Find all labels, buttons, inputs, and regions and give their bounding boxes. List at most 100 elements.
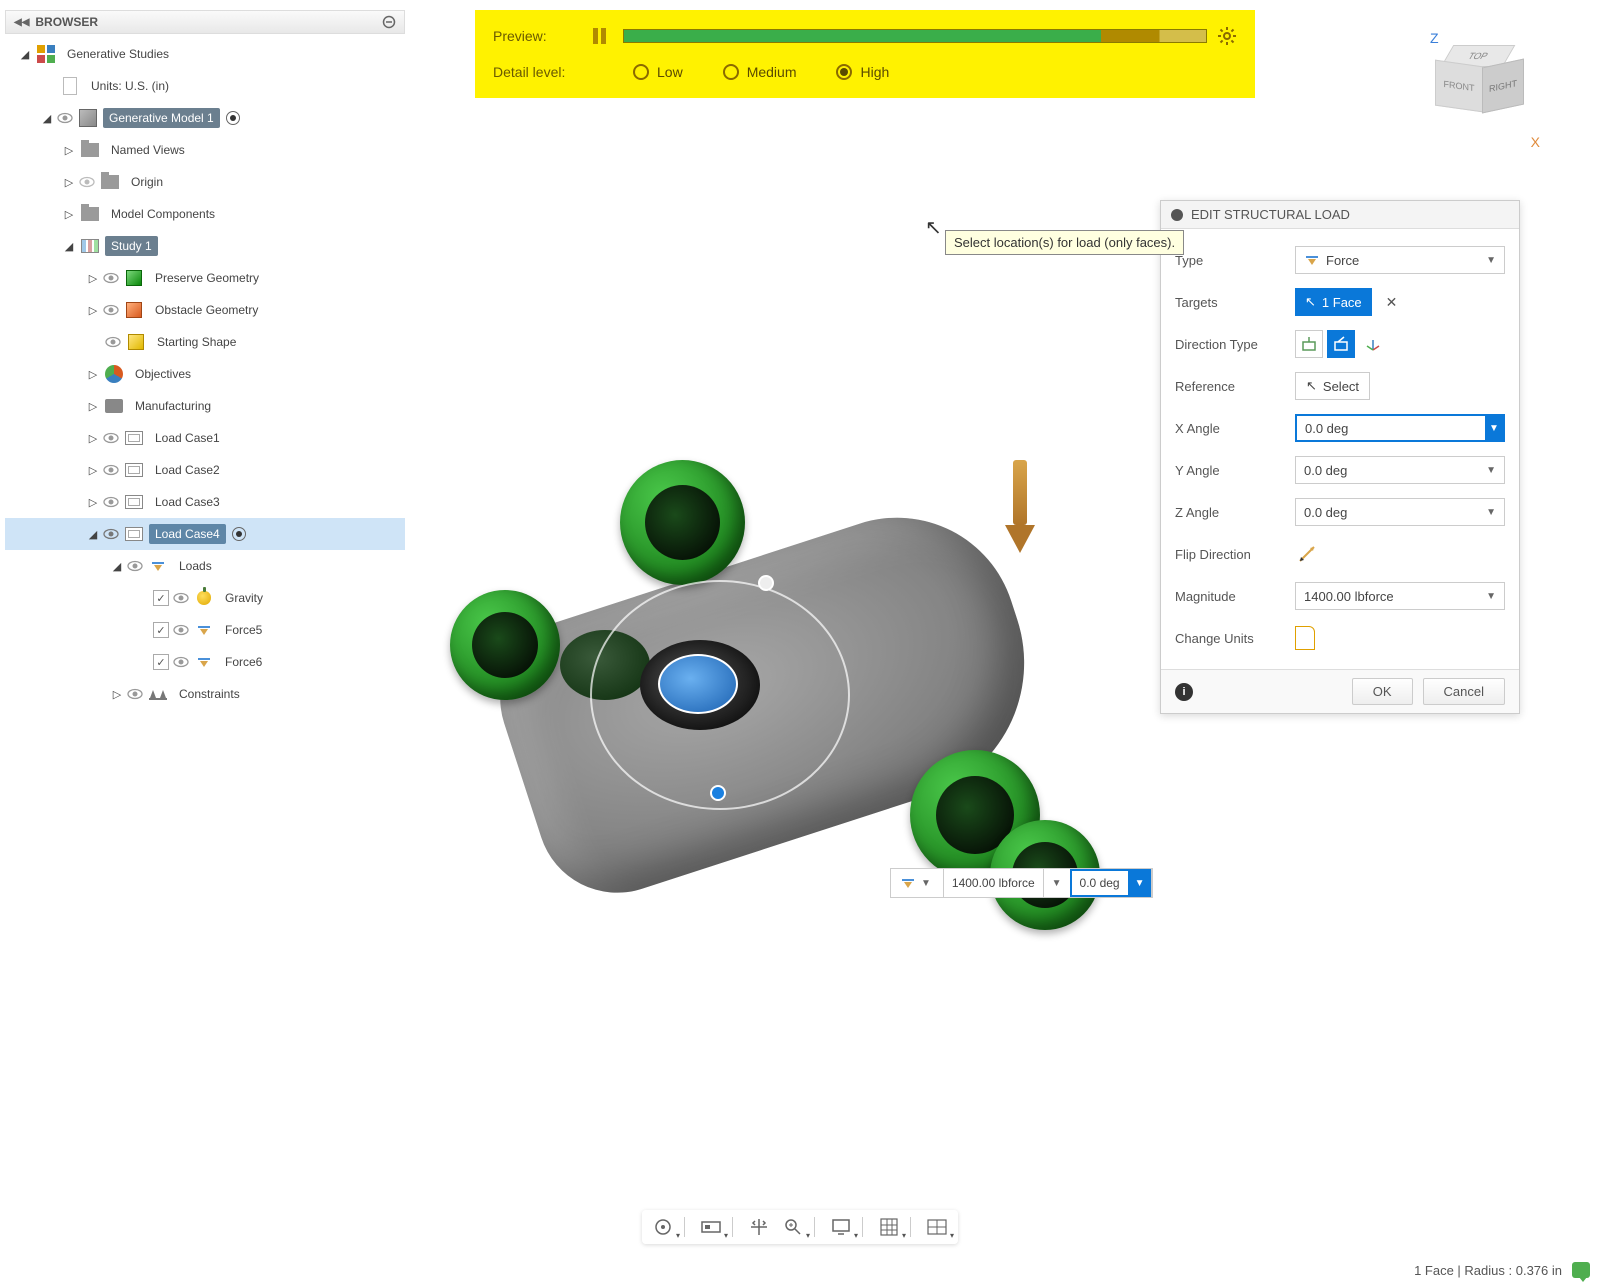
model-boss[interactable]	[620, 460, 745, 585]
tree-force6[interactable]: ✓ Force6	[5, 646, 405, 678]
browser-header[interactable]: ◀◀ BROWSER	[5, 10, 405, 34]
preview-slider[interactable]	[623, 29, 1207, 43]
pan-button[interactable]	[744, 1214, 774, 1240]
visibility-icon[interactable]	[127, 558, 147, 574]
manipulator-handle[interactable]	[758, 575, 774, 591]
tree-origin[interactable]: ▷ Origin	[5, 166, 405, 198]
visibility-icon[interactable]	[103, 430, 123, 446]
expand-icon[interactable]: ▷	[83, 272, 103, 285]
viewcube-right[interactable]: RIGHT	[1482, 59, 1524, 114]
expand-icon[interactable]: ◢	[15, 48, 35, 61]
visibility-icon[interactable]	[173, 590, 193, 606]
tree-root[interactable]: ◢ Generative Studies	[5, 38, 405, 70]
radio-low[interactable]: Low	[633, 64, 683, 80]
chat-icon[interactable]	[1572, 1262, 1590, 1278]
info-icon[interactable]: i	[1175, 683, 1193, 701]
tree-manufacturing[interactable]: ▷ Manufacturing	[5, 390, 405, 422]
viewcube-front[interactable]: FRONT	[1435, 60, 1483, 113]
model-selected-face[interactable]	[640, 640, 760, 730]
tree-model[interactable]: ◢ Generative Model 1	[5, 102, 405, 134]
viewports-button[interactable]: ▾	[922, 1214, 952, 1240]
grid-button[interactable]: ▾	[874, 1214, 904, 1240]
ok-button[interactable]: OK	[1352, 678, 1413, 705]
change-units-button[interactable]	[1295, 626, 1315, 650]
checkbox[interactable]: ✓	[153, 622, 169, 638]
model-boss[interactable]	[450, 590, 560, 700]
orbit-button[interactable]: ▾	[648, 1214, 678, 1240]
cancel-button[interactable]: Cancel	[1423, 678, 1505, 705]
tree-force5[interactable]: ✓ Force5	[5, 614, 405, 646]
tree-starting[interactable]: Starting Shape	[5, 326, 405, 358]
active-radio[interactable]	[226, 111, 240, 125]
tree-obstacle[interactable]: ▷ Obstacle Geometry	[5, 294, 405, 326]
pause-button[interactable]	[593, 28, 615, 44]
manipulator-handle[interactable]	[710, 785, 726, 801]
expand-icon[interactable]: ▷	[83, 432, 103, 445]
expand-icon[interactable]: ▷	[83, 304, 103, 317]
hud-angle[interactable]: 0.0 deg	[1070, 869, 1130, 897]
visibility-icon[interactable]	[79, 174, 99, 190]
viewport-3d[interactable]	[430, 440, 1130, 1040]
visibility-icon[interactable]	[103, 526, 123, 542]
expand-icon[interactable]: ▷	[107, 688, 127, 701]
direction-vector-button[interactable]	[1359, 330, 1387, 358]
expand-icon[interactable]: ◢	[59, 240, 79, 253]
tree-lc1[interactable]: ▷ Load Case1	[5, 422, 405, 454]
tree-study[interactable]: ◢ Study 1	[5, 230, 405, 262]
checkbox[interactable]: ✓	[153, 590, 169, 606]
expand-icon[interactable]: ▷	[59, 176, 79, 189]
expand-icon[interactable]: ▷	[83, 496, 103, 509]
y-angle-input[interactable]: 0.0 deg▼	[1295, 456, 1505, 484]
targets-chip[interactable]: ↖1 Face	[1295, 288, 1372, 316]
expand-icon[interactable]: ▷	[83, 464, 103, 477]
visibility-icon[interactable]	[103, 270, 123, 286]
active-radio[interactable]	[232, 527, 246, 541]
radio-medium[interactable]: Medium	[723, 64, 797, 80]
checkbox[interactable]: ✓	[153, 654, 169, 670]
radio-high[interactable]: High	[836, 64, 889, 80]
tree-lc2[interactable]: ▷ Load Case2	[5, 454, 405, 486]
gear-icon[interactable]	[1217, 26, 1237, 46]
direction-normal-button[interactable]	[1295, 330, 1323, 358]
clear-targets-icon[interactable]: ✕	[1386, 294, 1398, 311]
visibility-icon[interactable]	[57, 110, 77, 126]
visibility-icon[interactable]	[173, 622, 193, 638]
tree-constraints[interactable]: ▷ Constraints	[5, 678, 405, 710]
x-angle-input[interactable]: 0.0 deg▼	[1295, 414, 1505, 442]
expand-icon[interactable]: ▷	[59, 144, 79, 157]
hud-magnitude[interactable]: 1400.00 lbforce	[944, 869, 1044, 897]
model-hole[interactable]	[560, 630, 650, 700]
viewcube[interactable]: Z X TOP FRONT RIGHT	[1400, 30, 1540, 150]
tree-preserve[interactable]: ▷ Preserve Geometry	[5, 262, 405, 294]
display-button[interactable]: ▾	[826, 1214, 856, 1240]
visibility-icon[interactable]	[103, 462, 123, 478]
collapse-dot-icon[interactable]	[1171, 209, 1183, 221]
magnitude-input[interactable]: 1400.00 lbforce▼	[1295, 582, 1505, 610]
visibility-icon[interactable]	[127, 686, 147, 702]
type-dropdown[interactable]: Force ▼	[1295, 246, 1505, 274]
expand-icon[interactable]: ◢	[37, 112, 57, 125]
tree-components[interactable]: ▷ Model Components	[5, 198, 405, 230]
tree-units[interactable]: Units: U.S. (in)	[5, 70, 405, 102]
tree-objectives[interactable]: ▷ Objectives	[5, 358, 405, 390]
visibility-icon[interactable]	[105, 334, 125, 350]
hud-force-icon[interactable]: ▼	[891, 869, 944, 897]
hud-mag-caret[interactable]: ▼	[1044, 869, 1071, 897]
edit-panel-header[interactable]: EDIT STRUCTURAL LOAD	[1161, 201, 1519, 229]
look-button[interactable]: ▾	[696, 1214, 726, 1240]
direction-angle-button[interactable]	[1327, 330, 1355, 358]
reference-select-button[interactable]: ↖Select	[1295, 372, 1370, 400]
expand-icon[interactable]: ◢	[107, 560, 127, 573]
visibility-icon[interactable]	[103, 302, 123, 318]
minimize-icon[interactable]	[382, 15, 396, 29]
tree-lc4[interactable]: ◢ Load Case4	[5, 518, 405, 550]
flip-button[interactable]	[1295, 542, 1319, 566]
visibility-icon[interactable]	[173, 654, 193, 670]
expand-icon[interactable]: ▷	[83, 400, 103, 413]
collapse-icon[interactable]: ◀◀	[14, 17, 29, 28]
expand-icon[interactable]: ◢	[83, 528, 103, 541]
tree-loads[interactable]: ◢ Loads	[5, 550, 405, 582]
z-angle-input[interactable]: 0.0 deg▼	[1295, 498, 1505, 526]
tree-named-views[interactable]: ▷ Named Views	[5, 134, 405, 166]
tree-gravity[interactable]: ✓ Gravity	[5, 582, 405, 614]
